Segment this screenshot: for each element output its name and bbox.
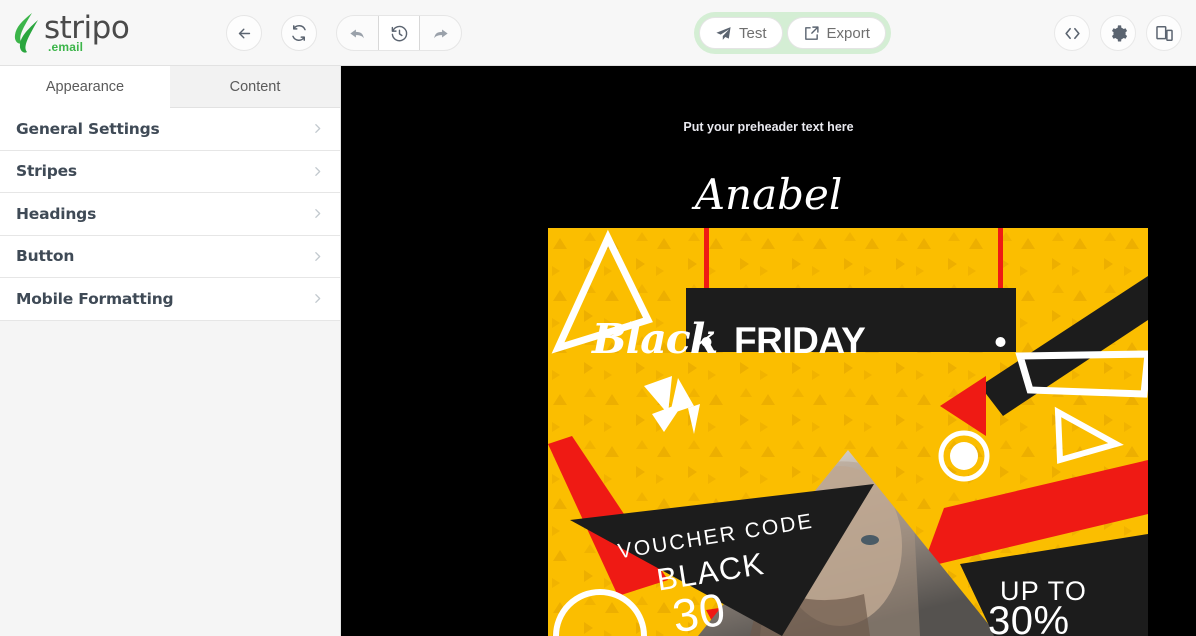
left-sidebar: Appearance Content General Settings Stri…: [0, 66, 341, 636]
stripo-logo-mark: [14, 13, 38, 53]
voucher-number-text: 30: [669, 583, 730, 636]
undo-arrow-icon: [350, 29, 364, 38]
device-preview-icon: [1155, 25, 1173, 41]
chevron-right-icon: [315, 251, 321, 261]
undo-button[interactable]: [337, 16, 378, 50]
chevron-right-icon: [315, 209, 321, 219]
gear-icon: [1111, 24, 1127, 42]
sidebar-item-label: Mobile Formatting: [16, 289, 174, 308]
sync-button[interactable]: [281, 15, 317, 51]
test-export-group: Test Export: [694, 12, 891, 54]
redo-button[interactable]: [420, 16, 461, 50]
tab-content-label: Content: [229, 78, 281, 95]
tab-appearance-label: Appearance: [45, 78, 125, 95]
sidebar-item-headings[interactable]: Headings: [0, 193, 340, 236]
right-icon-group: [1054, 15, 1182, 51]
redo-arrow-icon: [434, 29, 448, 38]
export-share-icon: [804, 25, 819, 40]
back-button[interactable]: [226, 15, 262, 51]
export-button-label: Export: [826, 24, 870, 42]
sidebar-item-stripes[interactable]: Stripes: [0, 150, 340, 193]
sidebar-item-label: General Settings: [16, 119, 160, 138]
history-button[interactable]: [377, 16, 421, 50]
preheader-text[interactable]: Put your preheader text here: [341, 120, 1196, 134]
refresh-sync-icon: [292, 25, 306, 41]
tab-content[interactable]: Content: [170, 66, 340, 108]
sidebar-item-label: Button: [16, 247, 75, 266]
logo-subtext: .email: [48, 40, 84, 54]
code-brackets-icon: [1064, 27, 1080, 39]
chevron-right-icon: [315, 166, 321, 176]
sidebar-item-label: Headings: [16, 204, 97, 223]
top-toolbar: stripo .email Test Export: [0, 0, 1196, 66]
arrow-left-icon: [238, 28, 250, 38]
brand-logo-text[interactable]: Anabel: [341, 170, 1196, 219]
settings-button[interactable]: [1100, 15, 1136, 51]
export-button[interactable]: Export: [786, 17, 886, 49]
device-preview-button[interactable]: [1146, 15, 1182, 51]
test-button[interactable]: Test: [699, 17, 783, 49]
app-logo[interactable]: stripo .email: [12, 10, 142, 56]
paper-plane-icon: [716, 26, 731, 40]
sidebar-item-general-settings[interactable]: General Settings: [0, 108, 340, 151]
offer-line2-text: 30%: [988, 599, 1070, 636]
sidebar-tabs: Appearance Content: [0, 66, 340, 108]
banner-sign-bold-word: FRIDAY: [734, 320, 866, 361]
email-preview-canvas[interactable]: Put your preheader text here Anabel VOUC…: [341, 66, 1196, 636]
black-friday-banner-image[interactable]: VOUCHER CODE BLACK 30 UP TO 30% Black FR…: [548, 228, 1148, 636]
sidebar-item-label: Stripes: [16, 162, 77, 181]
sidebar-item-button[interactable]: Button: [0, 235, 340, 278]
chevron-right-icon: [315, 294, 321, 304]
tab-appearance[interactable]: Appearance: [0, 66, 170, 108]
banner-sign-script-word: Black: [592, 315, 718, 363]
history-clock-icon: [391, 25, 407, 41]
test-button-label: Test: [739, 24, 767, 42]
code-view-button[interactable]: [1054, 15, 1090, 51]
sidebar-item-mobile-formatting[interactable]: Mobile Formatting: [0, 278, 340, 321]
sidebar-nav-list: General Settings Stripes Headings Button…: [0, 108, 340, 321]
history-button-group: [336, 15, 462, 51]
chevron-right-icon: [315, 124, 321, 134]
banner-artwork: VOUCHER CODE BLACK 30 UP TO 30%: [548, 228, 1148, 636]
